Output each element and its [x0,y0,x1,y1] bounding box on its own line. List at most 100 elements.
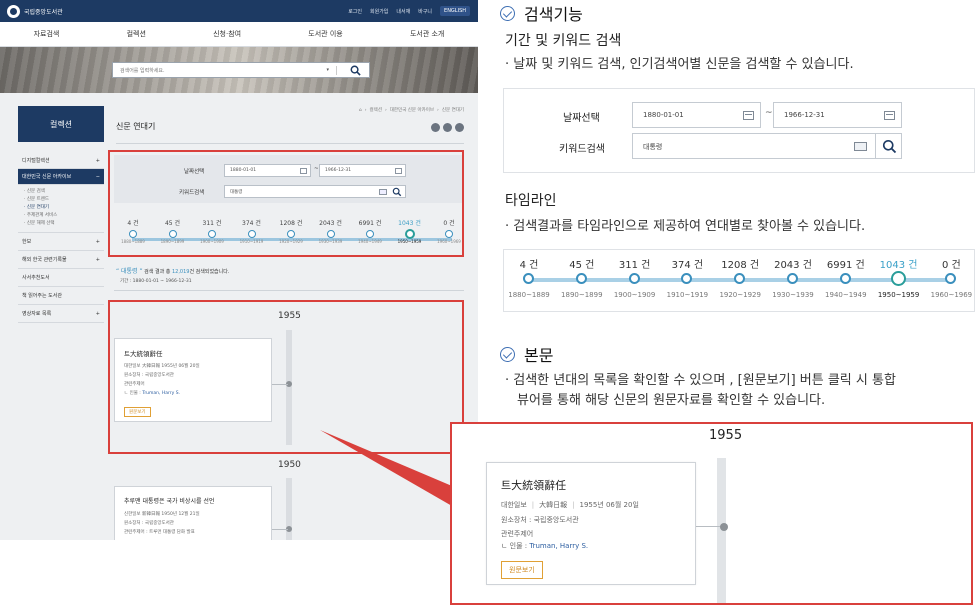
timeline-decade-4[interactable]: 1208 건 1920~1929 [712,256,768,299]
chevron-down-icon[interactable]: ▾ [326,67,329,73]
timeline-decade-7[interactable]: 1043 건 1950~1959 [871,256,927,299]
search-subheading: 기간 및 키워드 검색 [505,33,622,49]
top-link-join[interactable]: 회원가입 [370,8,388,15]
top-link-english[interactable]: ENGLISH [440,6,470,16]
nav-item-apply[interactable]: 신청·참여 [213,29,241,39]
sidebar-item-librarian-picks[interactable]: 사서추천도서 [18,269,104,287]
article-card-small[interactable]: 추루맨 대통령은 국가 비상시를 선언 신한일보 新韓日報 1950년 12월 … [114,486,272,540]
sidebar-item-overseas[interactable]: 해외 한국 관련기록물 + [18,251,104,269]
sidebar-submenu: · 신문 검색 · 신문 트렌드 · 신문 연대기 · 주제관계 서비스 · 신… [18,185,104,233]
timeline-node[interactable] [839,273,851,284]
timeline-range: 1960~1969 [930,291,973,299]
top-link-basket[interactable]: 바구니 [418,8,432,15]
breadcrumb-item[interactable]: 컬렉션 [370,107,382,113]
timeline-decade-3[interactable]: 374 건 1910~1919 [659,256,715,299]
timeline-node[interactable] [575,273,587,284]
timeline-year-1955: 1955 [709,428,743,443]
sidebar-item-read-aloud[interactable]: 책 읽어주는 도서관 [18,287,104,305]
timeline-node[interactable] [890,271,906,286]
hero-search-input[interactable]: 검색어를 입력하세요. ▾ [112,62,370,78]
print-icon[interactable] [431,123,440,132]
timeline-count: 6991 건 [826,260,865,271]
site-screenshot: 국립중앙도서관 로그인 회원가입 내서재 바구니 ENGLISH 자료검색 컬렉… [0,0,478,540]
nav-item-collection[interactable]: 컬렉션 [127,29,146,39]
timeline-range: 1890~1899 [561,291,603,299]
top-bar: 국립중앙도서관 로그인 회원가입 내서재 바구니 ENGLISH [0,0,478,22]
body-description-line-1: · 검색한 년대의 목록을 확인할 수 있으며 , [원문보기] 버튼 클릭 시… [505,373,896,388]
sidebar-item-newspaper-archive[interactable]: 대한민국 신문 아카이브 − [18,169,104,185]
share-icon[interactable] [443,123,452,132]
calendar-icon[interactable] [743,111,754,120]
article-person: ㄴ 인물 : Truman, Harry S. [501,542,589,550]
top-link-login[interactable]: 로그인 [348,8,362,15]
article-holder: 원소장처 : 국립중앙도서관 [501,516,579,524]
timeline-decade-0[interactable]: 4 건 1880~1889 [501,256,557,299]
sidebar-item-digital[interactable]: 디지털컬렉션 + [18,153,104,169]
article-zoom-box: 1955 트大統領辭任 대한일보 | 大韓日報 | 1955년 06월 20일 원소장처… [450,422,973,605]
search-icon[interactable] [350,65,361,76]
timeline-node[interactable] [628,273,640,284]
nav-item-use[interactable]: 도서관 이용 [308,29,342,39]
timeline-decade-2[interactable]: 311 건 1900~1909 [607,256,663,299]
timeline-decade-5[interactable]: 2043 건 1930~1939 [765,256,821,299]
calendar-icon[interactable] [884,111,895,120]
breadcrumb: ⌂ › 컬렉션 › 대한민국 신문 아카이브 › 신문 연대기 [358,107,464,114]
sidebar: 컬렉션 디지털컬렉션 + 대한민국 신문 아카이브 − · 신문 검색 · 신문 트… [0,93,104,540]
sidebar-title: 컬렉션 [18,106,104,142]
article-source: 신한일보 新韓日報 1950년 12월 21일 [124,512,200,517]
timeline-node[interactable] [787,273,798,284]
timeline-node[interactable] [681,273,693,284]
hero-banner: 검색어를 입력하세요. ▾ [0,47,478,93]
body-description-line-2: 뷰어를 통해 해당 신문의 원문자료를 확인할 수 있습니다. [517,393,826,408]
keyboard-icon[interactable] [854,142,867,151]
timeline-node[interactable] [945,273,957,284]
nav-item-search[interactable]: 자료검색 [34,29,60,39]
article-holder: 원소장처 : 국립중앙도서관 [124,521,174,526]
article-source: 대한일보 | 大韓日報 | 1955년 06월 20일 [501,501,639,509]
link-icon[interactable] [455,123,464,132]
sidebar-item-label: 사서추천도서 [22,275,50,281]
timeline-range: 1900~1909 [613,291,656,299]
article-card[interactable]: 트大統領辭任 대한일보 | 大韓日報 | 1955년 06월 20일 원소장처 : 국립… [486,462,696,585]
view-original-button[interactable]: 원문보기 [501,561,543,579]
top-link-library[interactable]: 내서재 [396,8,410,15]
timeline-decade-1[interactable]: 45 건 1890~1899 [554,256,610,299]
timeline-range: 1950~1959 [877,291,920,299]
plus-icon: + [95,310,100,317]
date-from-input[interactable]: 1880-01-01 [632,102,761,128]
page-tools [431,123,464,132]
highlight-article [108,300,464,454]
sidebar-item-video[interactable]: 영상자료 목록 + [18,305,104,323]
keyword-input[interactable]: 대통령 [632,133,902,159]
highlight-search-timeline [108,150,464,257]
sidebar-subitem-topic[interactable]: · 주제관계 서비스 [24,212,98,220]
timeline-count: 45 건 [569,260,595,271]
timeline-node[interactable] [523,273,534,284]
sidebar-subitem-chronicle[interactable]: · 신문 연대기 [24,204,98,212]
sidebar-item-hanbo[interactable]: 한보 + [18,233,104,251]
divider [116,143,464,144]
date-to-input[interactable]: 1966-12-31 [773,102,902,128]
article-subject: 관련주제어 [501,530,534,538]
timeline-decade-8[interactable]: 0 건 1960~1969 [923,256,975,299]
timeline-count: 1208 건 [721,260,760,271]
timeline-large: 4 건 1880~1889 45 건 1890~1899 311 건 1900~1909 3… [503,249,975,312]
article-title[interactable]: 추루맨 대통령은 국가 비상시를 선언 [124,496,214,505]
minus-icon: − [95,173,100,180]
sidebar-subitem-trend[interactable]: · 신문 트렌드 [24,196,98,204]
home-icon[interactable]: ⌂ [359,108,362,113]
timeline-range: 1920~1929 [719,291,761,299]
sidebar-item-label: 책 읽어주는 도서관 [22,293,62,299]
timeline-connector [272,529,288,530]
site-logo[interactable]: 국립중앙도서관 [7,4,63,18]
nav-item-about[interactable]: 도서관 소개 [410,29,444,39]
timeline-node[interactable] [734,273,746,284]
search-button[interactable] [875,133,902,159]
sidebar-item-label: 영상자료 목록 [22,311,52,317]
sidebar-subitem-commentary[interactable]: · 신문 해제 선택 [24,220,98,228]
breadcrumb-item: 신문 연대기 [441,108,464,113]
timeline-decade-6[interactable]: 6991 건 1940~1949 [818,256,874,299]
article-title[interactable]: 트大統領辭任 [501,477,566,493]
sidebar-subitem-search[interactable]: · 신문 검색 [24,188,98,196]
breadcrumb-item[interactable]: 대한민국 신문 아카이브 [390,107,434,113]
